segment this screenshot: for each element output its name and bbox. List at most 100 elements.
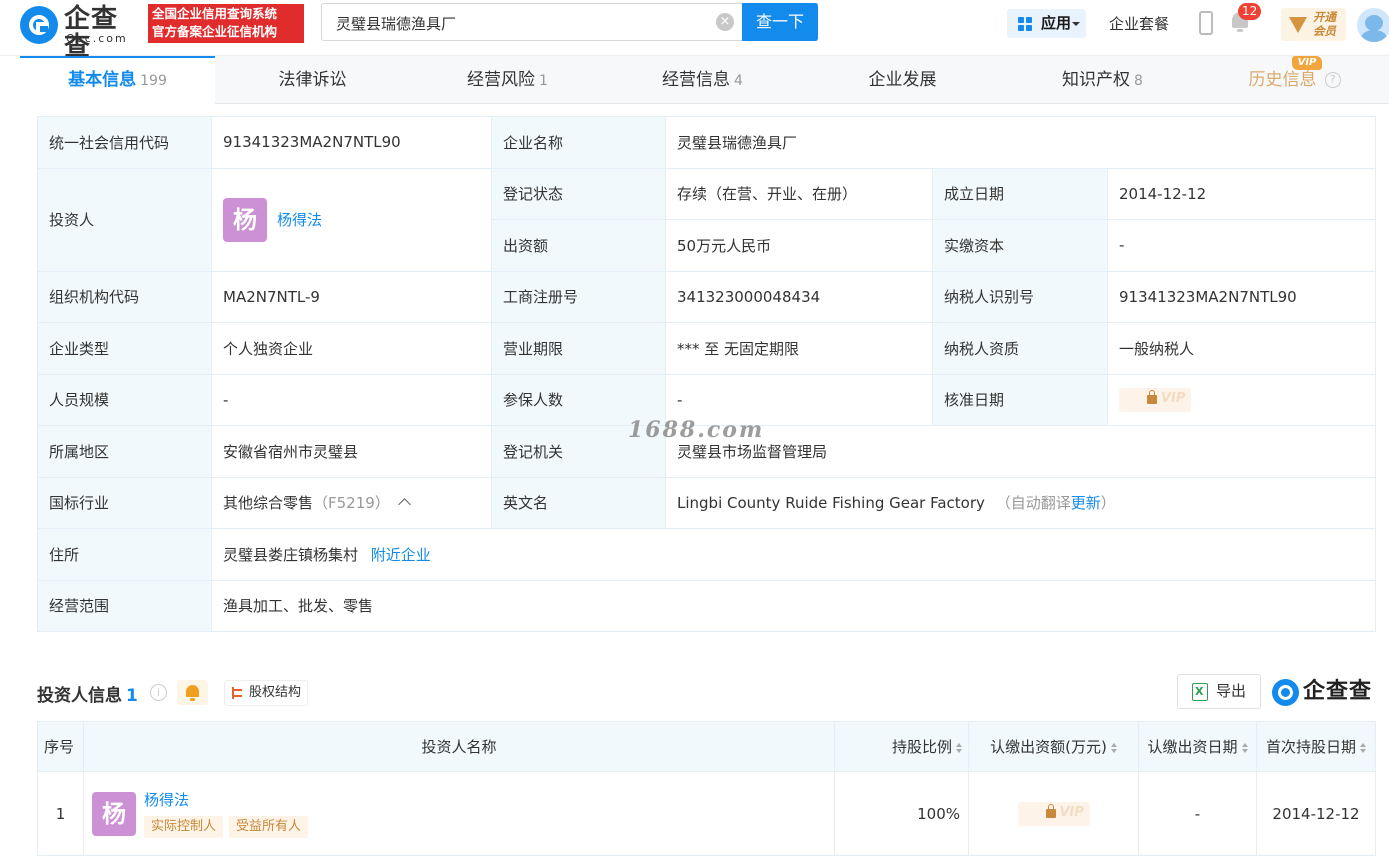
col-label: 认缴出资额(万元) bbox=[990, 738, 1107, 756]
export-button[interactable]: 导出 bbox=[1177, 674, 1261, 709]
col-label: 首次持股日期 bbox=[1265, 738, 1356, 756]
monitor-bell-icon[interactable] bbox=[177, 680, 208, 705]
clear-icon[interactable]: × bbox=[716, 13, 734, 31]
vip-crown-icon bbox=[1289, 17, 1307, 33]
caret-down-icon bbox=[1072, 22, 1080, 26]
subscribed-amount-cell: VIP bbox=[968, 771, 1139, 856]
slogan-banner: 全国企业信用查询系统 官方备案企业征信机构 bbox=[148, 4, 304, 43]
auto-translate-prefix: （自动翻译 bbox=[995, 494, 1071, 513]
org-code-label: 组织机构代码 bbox=[37, 270, 212, 323]
approval-date-label: 核准日期 bbox=[932, 373, 1108, 426]
paid-capital-value: - bbox=[1107, 219, 1376, 272]
user-avatar[interactable] bbox=[1357, 8, 1389, 42]
founded-value: 2014-12-12 bbox=[1107, 167, 1376, 220]
tab-risk[interactable]: 经营风险 1 bbox=[410, 56, 605, 104]
investor-avatar[interactable]: 杨 bbox=[223, 197, 267, 242]
update-translation-link[interactable]: 更新 bbox=[1071, 494, 1101, 512]
lock-icon bbox=[1147, 389, 1157, 404]
tab-label: 知识产权 bbox=[1062, 70, 1131, 90]
vip-lock-text: VIP bbox=[1161, 390, 1186, 406]
table-row: 投资人 杨杨得法 登记状态 存续（在营、开业、在册） 成立日期 2014-12-… bbox=[37, 167, 1376, 272]
tab-operation[interactable]: 经营信息 4 bbox=[605, 56, 800, 104]
app-menu-label: 应用 bbox=[1041, 14, 1072, 32]
slogan-line-2: 官方备案企业征信机构 bbox=[152, 24, 278, 39]
biz-term-label: 营业期限 bbox=[491, 322, 666, 375]
company-tabs: 基本信息 199 法律诉讼 经营风险 1 经营信息 4 企业发展 知识产权 8 历史信息… bbox=[20, 56, 1389, 104]
auto-translate-suffix: ） bbox=[1100, 494, 1116, 513]
table-row: 1 杨 杨得法 实际控制人 受益所有人 100% VIP - 2014-12-12 bbox=[37, 771, 1376, 856]
tab-ip[interactable]: 知识产权 8 bbox=[1005, 56, 1200, 104]
table-row: 企业类型 个人独资企业 营业期限 *** 至 无固定期限 纳税人资质 一般纳税人 bbox=[37, 322, 1376, 375]
tab-count: 199 bbox=[140, 73, 167, 89]
tab-legal[interactable]: 法律诉讼 bbox=[215, 56, 410, 104]
search-button[interactable]: 查一下 bbox=[742, 3, 818, 41]
info-icon[interactable]: i bbox=[150, 684, 167, 701]
excel-icon bbox=[1192, 683, 1208, 701]
taxpayer-id-value: 91341323MA2N7NTL90 bbox=[1107, 270, 1376, 323]
slogan-line-1: 全国企业信用查询系统 bbox=[152, 6, 278, 21]
paid-capital-label: 实缴资本 bbox=[932, 219, 1108, 272]
staff-size-label: 人员规模 bbox=[37, 373, 212, 426]
vip-locked-value[interactable]: VIP bbox=[1017, 801, 1090, 826]
industry-cell: 其他综合零售（F5219） bbox=[211, 476, 492, 529]
address-value: 灵璧县娄庄镇杨集村 bbox=[223, 545, 359, 564]
capital-label: 出资额 bbox=[491, 219, 666, 272]
investor-name-link[interactable]: 杨得法 bbox=[144, 789, 314, 810]
logo-domain: Qcc.com bbox=[66, 32, 128, 45]
watermark: 1688.com bbox=[628, 417, 765, 443]
org-code-value: MA2N7NTL-9 bbox=[211, 270, 492, 323]
col-index: 序号 bbox=[37, 721, 84, 772]
col-share-ratio[interactable]: 持股比例 bbox=[834, 721, 969, 772]
chevron-up-icon[interactable] bbox=[397, 498, 411, 512]
col-first-hold-date[interactable]: 首次持股日期 bbox=[1256, 721, 1376, 772]
section-count: 1 bbox=[126, 686, 138, 706]
company-name-value: 灵璧县瑞德渔具厂 bbox=[665, 116, 1376, 169]
taxpayer-id-label: 纳税人识别号 bbox=[932, 270, 1108, 323]
investor-name-link[interactable]: 杨得法 bbox=[277, 211, 322, 229]
question-icon[interactable]: ? bbox=[1324, 72, 1341, 88]
col-subscribed-date[interactable]: 认缴出资日期 bbox=[1138, 721, 1257, 772]
investor-cell: 杨杨得法 bbox=[211, 167, 492, 272]
sort-icon bbox=[1110, 742, 1117, 753]
col-label: 持股比例 bbox=[891, 738, 952, 756]
basic-info-table: 统一社会信用代码 91341323MA2N7NTL90 企业名称 灵璧县瑞德渔具… bbox=[37, 116, 1376, 632]
vip-locked-value[interactable]: VIP bbox=[1119, 387, 1191, 412]
first-hold-date-value: 2014-12-12 bbox=[1256, 771, 1376, 856]
qcc-brand-mark: 企查查 bbox=[1272, 678, 1378, 708]
address-label: 住所 bbox=[37, 528, 212, 581]
reg-authority-value: 灵璧县市场监督管理局 bbox=[665, 425, 1376, 478]
industry-label: 国标行业 bbox=[37, 476, 212, 529]
qcc-logo[interactable]: 企查查 Qcc.com bbox=[20, 4, 144, 61]
investor-avatar[interactable]: 杨 bbox=[92, 791, 136, 836]
export-label: 导出 bbox=[1216, 682, 1247, 700]
english-name-value: Lingbi County Ruide Fishing Gear Factory bbox=[677, 494, 985, 513]
col-label: 认缴出资日期 bbox=[1147, 738, 1238, 756]
nearby-companies-link[interactable]: 附近企业 bbox=[371, 546, 431, 564]
taxpayer-qual-label: 纳税人资质 bbox=[932, 322, 1108, 375]
founded-label: 成立日期 bbox=[932, 167, 1108, 220]
company-type-value: 个人独资企业 bbox=[211, 322, 492, 375]
top-header: 企查查 Qcc.com 全国企业信用查询系统 官方备案企业征信机构 灵璧县瑞德渔… bbox=[0, 0, 1389, 61]
tab-basic-info[interactable]: 基本信息 199 bbox=[20, 56, 215, 104]
row-index: 1 bbox=[37, 771, 84, 856]
table-row: 国标行业 其他综合零售（F5219） 英文名 Lingbi County Rui… bbox=[37, 476, 1376, 529]
tab-label: 经营风险 bbox=[467, 70, 536, 90]
reg-status-label: 登记状态 bbox=[491, 167, 666, 220]
investor-section-title: 投资人信息 1 bbox=[37, 681, 138, 706]
region-value: 安徽省宿州市灵璧县 bbox=[211, 425, 492, 478]
lock-icon bbox=[1045, 803, 1056, 818]
enterprise-package-link[interactable]: 企业套餐 bbox=[1109, 13, 1169, 34]
region-label: 所属地区 bbox=[37, 425, 212, 478]
equity-structure-label: 股权结构 bbox=[249, 685, 302, 700]
qcc-logo-icon bbox=[1272, 679, 1299, 706]
investor-label: 投资人 bbox=[37, 167, 212, 272]
open-vip-button[interactable]: 开通会员 bbox=[1281, 8, 1346, 41]
tab-label: 经营信息 bbox=[662, 70, 731, 90]
equity-structure-button[interactable]: 股权结构 bbox=[224, 680, 308, 706]
col-subscribed-amount[interactable]: 认缴出资额(万元) bbox=[968, 721, 1139, 772]
scope-value: 渔具加工、批发、零售 bbox=[211, 579, 1376, 632]
app-menu-button[interactable]: 应用 bbox=[1007, 9, 1086, 38]
mobile-phone-icon[interactable] bbox=[1199, 11, 1213, 35]
approval-date-cell: VIP bbox=[1107, 373, 1376, 426]
tab-development[interactable]: 企业发展 bbox=[800, 56, 1005, 104]
